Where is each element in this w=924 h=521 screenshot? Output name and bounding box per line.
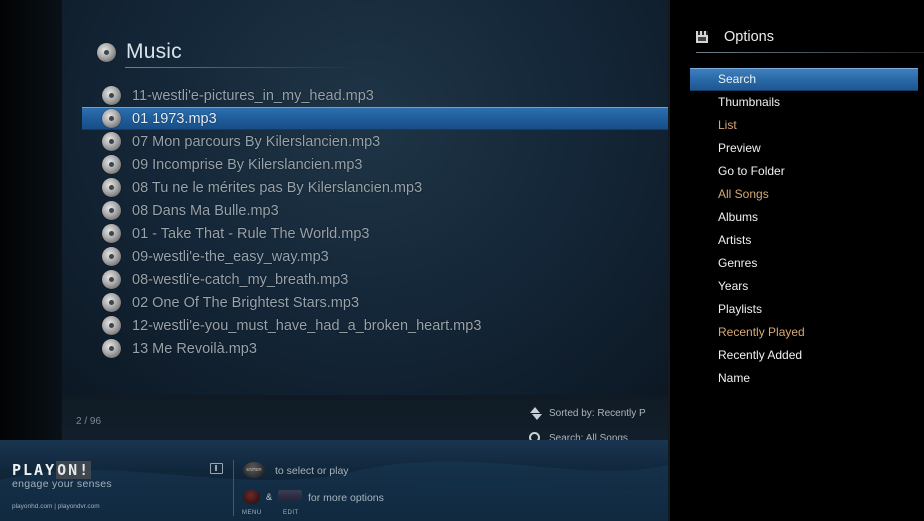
help-divider	[233, 460, 234, 516]
track-name: 01 1973.mp3	[132, 110, 217, 127]
track-name: 08 Dans Ma Bulle.mp3	[132, 202, 279, 219]
track-row[interactable]: 01 - Take That - Rule The World.mp3	[82, 222, 668, 245]
options-divider	[696, 52, 924, 53]
track-row[interactable]: 09-westli'e-the_easy_way.mp3	[82, 245, 668, 268]
track-row[interactable]: 09 Incomprise By Kilerslancien.mp3	[82, 153, 668, 176]
header-divider	[125, 67, 355, 68]
disc-icon	[102, 293, 121, 312]
disc-icon	[102, 270, 121, 289]
track-row[interactable]: 08 Tu ne le mérites pas By Kilerslancien…	[82, 176, 668, 199]
option-list[interactable]: List	[690, 114, 918, 137]
logo-on: ON!	[56, 461, 92, 479]
options-header: Options	[696, 29, 774, 45]
music-disc-icon	[97, 42, 116, 62]
disc-icon	[102, 132, 121, 151]
disc-icon	[102, 224, 121, 243]
option-all-songs[interactable]: All Songs	[690, 183, 918, 206]
option-years[interactable]: Years	[690, 275, 918, 298]
track-name: 11-westli'e-pictures_in_my_head.mp3	[132, 87, 374, 104]
menu-label: MENU	[242, 510, 262, 516]
tagline: engage your senses	[12, 478, 112, 490]
option-artists[interactable]: Artists	[690, 229, 918, 252]
option-albums[interactable]: Albums	[690, 206, 918, 229]
track-row[interactable]: 01 1973.mp3	[82, 107, 668, 130]
disc-icon	[102, 316, 121, 335]
track-list: 11-westli'e-pictures_in_my_head.mp3 01 1…	[82, 84, 668, 360]
track-name: 02 One Of The Brightest Stars.mp3	[132, 294, 360, 311]
edit-label: EDIT	[283, 510, 299, 516]
option-preview[interactable]: Preview	[690, 137, 918, 160]
option-genres[interactable]: Genres	[690, 252, 918, 275]
track-name: 01 - Take That - Rule The World.mp3	[132, 225, 370, 242]
edit-button-icon	[278, 490, 302, 501]
disc-icon	[102, 109, 121, 128]
track-row[interactable]: 08-westli'e-catch_my_breath.mp3	[82, 268, 668, 291]
disc-icon	[102, 247, 121, 266]
logo-play: PLAY	[12, 461, 57, 479]
menu-button-icon	[243, 490, 260, 504]
disc-icon	[102, 86, 121, 105]
help-book-icon	[210, 463, 223, 474]
page-counter: 2 / 96	[76, 416, 102, 427]
option-go-to-folder[interactable]: Go to Folder	[690, 160, 918, 183]
track-name: 12-westli'e-you_must_have_had_a_broken_h…	[132, 317, 482, 334]
sort-icon	[529, 407, 542, 420]
option-search[interactable]: Search	[690, 68, 918, 91]
track-name: 07 Mon parcours By Kilerslancien.mp3	[132, 133, 381, 150]
track-row[interactable]: 13 Me Revoilà.mp3	[82, 337, 668, 360]
track-name: 08-westli'e-catch_my_breath.mp3	[132, 271, 349, 288]
track-name: 08 Tu ne le mérites pas By Kilerslancien…	[132, 179, 423, 196]
option-recently-played[interactable]: Recently Played	[690, 321, 918, 344]
disc-icon	[102, 339, 121, 358]
disc-icon	[102, 178, 121, 197]
logo-text: PLAYON!	[12, 461, 92, 479]
sort-text: Sorted by: Recently P	[549, 408, 646, 419]
option-name[interactable]: Name	[690, 367, 918, 390]
track-row[interactable]: 02 One Of The Brightest Stars.mp3	[82, 291, 668, 314]
disc-icon	[102, 201, 121, 220]
enter-button-icon: ENTER	[243, 462, 265, 478]
music-header: Music	[97, 40, 182, 64]
track-row[interactable]: 11-westli'e-pictures_in_my_head.mp3	[82, 84, 668, 107]
track-row[interactable]: 07 Mon parcours By Kilerslancien.mp3	[82, 130, 668, 153]
left-edge	[0, 0, 62, 440]
track-name: 13 Me Revoilà.mp3	[132, 340, 257, 357]
track-row[interactable]: 08 Dans Ma Bulle.mp3	[82, 199, 668, 222]
track-name: 09-westli'e-the_easy_way.mp3	[132, 248, 329, 265]
disc-icon	[102, 155, 121, 174]
select-hint: to select or play	[275, 465, 349, 477]
option-recently-added[interactable]: Recently Added	[690, 344, 918, 367]
track-row[interactable]: 12-westli'e-you_must_have_had_a_broken_h…	[82, 314, 668, 337]
page-title: Music	[126, 40, 182, 63]
options-panel-edge	[668, 0, 670, 521]
media-center-screen: Music 11-westli'e-pictures_in_my_head.mp…	[0, 0, 924, 521]
options-menu: Search Thumbnails List Preview Go to Fol…	[690, 68, 918, 390]
option-playlists[interactable]: Playlists	[690, 298, 918, 321]
track-name: 09 Incomprise By Kilerslancien.mp3	[132, 156, 363, 173]
site-links: playonhd.com | playondvr.com	[12, 503, 100, 510]
sort-indicator: Sorted by: Recently P	[529, 407, 646, 420]
options-title: Options	[724, 29, 774, 45]
option-thumbnails[interactable]: Thumbnails	[690, 91, 918, 114]
clapperboard-icon	[696, 31, 708, 43]
ampersand: &	[266, 492, 273, 502]
options-hint: for more options	[308, 492, 384, 504]
